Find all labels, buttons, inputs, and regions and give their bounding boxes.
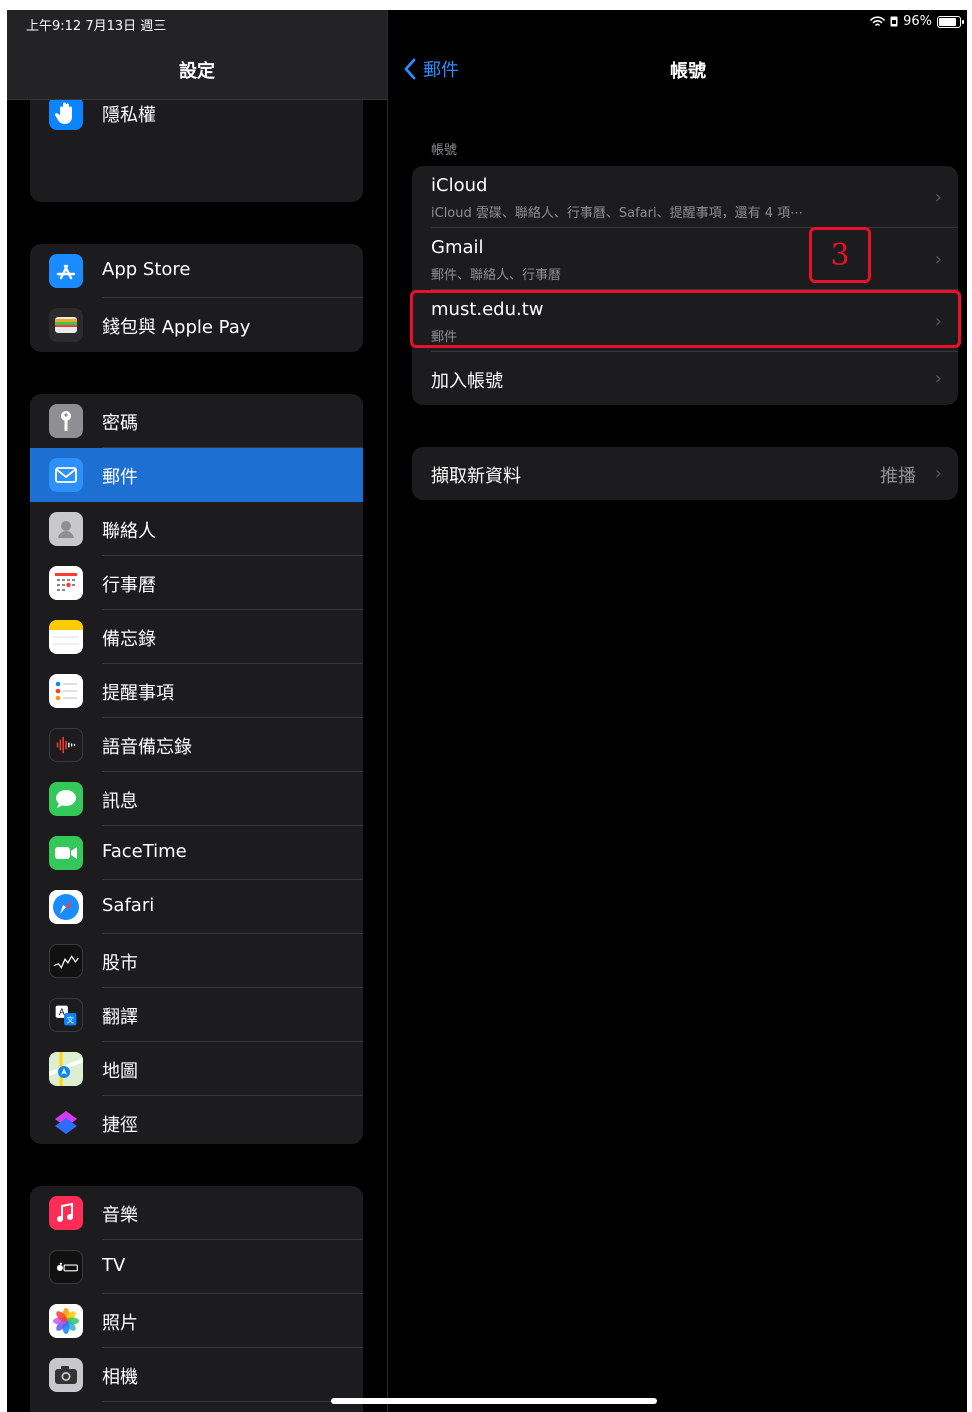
chevron-right-icon: ›: [934, 187, 942, 208]
sidebar-item-wallet[interactable]: 錢包與 Apple Pay: [30, 298, 363, 352]
step-number-badge: 3: [809, 227, 871, 283]
sidebar-item-tv[interactable]: TV: [30, 1240, 363, 1294]
app-store-icon: [49, 254, 83, 288]
accounts-list: iCloud iCloud 雲碟、聯絡人、行事曆、Safari、提醒事項，還有 …: [412, 166, 958, 405]
fetch-new-data-row[interactable]: 擷取新資料 推播 ›: [412, 447, 958, 500]
account-subtitle: iCloud 雲碟、聯絡人、行事曆、Safari、提醒事項，還有 4 項⋯: [431, 206, 804, 221]
fetch-new-data-label: 擷取新資料: [431, 466, 521, 487]
sidebar-item-camera[interactable]: 相機: [30, 1348, 363, 1402]
sidebar-item-label: 行事曆: [102, 575, 156, 596]
svg-text:A: A: [59, 1007, 65, 1017]
sidebar-item-shortcuts[interactable]: 捷徑: [30, 1096, 363, 1144]
chevron-right-icon: ›: [934, 249, 942, 270]
ipad-screen: 電池 隱私權 App Store: [7, 10, 967, 1412]
stocks-icon: [49, 944, 83, 978]
add-account-label: 加入帳號: [431, 371, 503, 392]
notes-icon: [49, 620, 83, 654]
sidebar-group-store: App Store 錢包與 Apple Pay: [30, 244, 363, 352]
sidebar-title: 設定: [179, 61, 215, 82]
fetch-new-data-value: 推播: [880, 466, 916, 487]
status-time-date: 上午9:12 7月13日 週三: [26, 19, 167, 34]
maps-icon: [49, 1052, 83, 1086]
sidebar-item-facetime[interactable]: FaceTime: [30, 826, 363, 880]
sidebar-item-contacts[interactable]: 聯絡人: [30, 502, 363, 556]
translate-icon: A文: [49, 998, 83, 1032]
account-title: iCloud: [431, 175, 488, 196]
battery-level-icon: [937, 15, 964, 28]
sidebar-item-stocks[interactable]: 股市: [30, 934, 363, 988]
hand-icon: [49, 96, 83, 130]
chevron-right-icon: ›: [934, 368, 942, 389]
status-indicators: 96%: [870, 14, 964, 29]
sidebar-item-calendar[interactable]: 行事曆: [30, 556, 363, 610]
chevron-right-icon: ›: [934, 463, 942, 484]
wallet-icon: [49, 308, 83, 342]
messages-icon: [49, 782, 83, 816]
sidebar-item-voice-memos[interactable]: 語音備忘錄: [30, 718, 363, 772]
account-row-gmail[interactable]: Gmail 郵件、聯絡人、行事曆 ›: [412, 228, 958, 290]
wifi-icon: [870, 16, 885, 26]
sidebar-item-safari[interactable]: Safari: [30, 880, 363, 934]
shortcuts-icon: [49, 1106, 83, 1140]
sidebar-item-label: 密碼: [102, 413, 138, 434]
sidebar-item-label: 地圖: [102, 1061, 138, 1082]
add-account-row[interactable]: 加入帳號 ›: [412, 352, 958, 405]
sidebar-item-label: 捷徑: [102, 1115, 138, 1136]
sidebar-group-media: 音樂 TV 照片 相機: [30, 1186, 363, 1412]
sidebar-item-app-store[interactable]: App Store: [30, 244, 363, 298]
mail-icon: [49, 458, 83, 492]
contacts-icon: [49, 512, 83, 546]
key-icon: [49, 404, 83, 438]
sidebar-item-notes[interactable]: 備忘錄: [30, 610, 363, 664]
sidebar-item-label: 相機: [102, 1367, 138, 1388]
sidebar-item-label: 備忘錄: [102, 629, 156, 650]
reminders-icon: [49, 674, 83, 708]
sidebar-item-label: 股市: [102, 953, 138, 974]
camera-icon: [49, 1358, 83, 1392]
sidebar-item-label: 照片: [102, 1313, 138, 1334]
facetime-icon: [49, 836, 83, 870]
sidebar-group-apps: 密碼 郵件 聯絡人 行事曆 備忘錄 提醒事項 語音備忘錄 訊息 FaceTime…: [30, 394, 363, 1144]
voice-memos-icon: [49, 728, 83, 762]
sidebar-item-reminders[interactable]: 提醒事項: [30, 664, 363, 718]
sidebar-item-label: 音樂: [102, 1205, 138, 1226]
sidebar-item-translate[interactable]: A文 翻譯: [30, 988, 363, 1042]
sidebar-item-photos[interactable]: 照片: [30, 1294, 363, 1348]
photos-icon: [49, 1304, 83, 1338]
sidebar-item-label: 隱私權: [102, 105, 156, 126]
sidebar-item-messages[interactable]: 訊息: [30, 772, 363, 826]
svg-text:文: 文: [66, 1015, 74, 1025]
sidebar-item-label: App Store: [102, 259, 191, 280]
account-row-icloud[interactable]: iCloud iCloud 雲碟、聯絡人、行事曆、Safari、提醒事項，還有 …: [412, 166, 958, 228]
sidebar-item-label: 翻譯: [102, 1007, 138, 1028]
sim-icon: [890, 16, 898, 27]
page-title: 帳號: [670, 61, 706, 82]
sidebar-item-label: Safari: [102, 895, 155, 916]
sidebar-item-mail[interactable]: 郵件: [30, 448, 363, 502]
sidebar-item-label: FaceTime: [102, 841, 187, 862]
music-note-icon: [49, 1196, 83, 1230]
compass-icon: [49, 890, 83, 924]
sidebar-item-label: 訊息: [102, 791, 138, 812]
sidebar-item-label: TV: [102, 1255, 126, 1276]
account-title: Gmail: [431, 237, 484, 258]
accounts-detail-pane: 郵件 帳號 帳號 iCloud iCloud 雲碟、聯絡人、行事曆、Safari…: [388, 10, 967, 1412]
sidebar-item-label: 語音備忘錄: [102, 737, 192, 758]
highlight-box: [410, 290, 961, 348]
home-indicator[interactable]: [331, 1398, 657, 1404]
sidebar-item-maps[interactable]: 地圖: [30, 1042, 363, 1096]
sidebar-item-passwords[interactable]: 密碼: [30, 394, 363, 448]
calendar-icon: [49, 566, 83, 600]
sidebar-item-label: 錢包與 Apple Pay: [102, 317, 251, 338]
apple-tv-icon: [49, 1250, 83, 1284]
sidebar-item-label: 提醒事項: [102, 683, 174, 704]
fetch-settings-group: 擷取新資料 推播 ›: [412, 447, 958, 500]
settings-sidebar: 電池 隱私權 App Store: [7, 10, 387, 1412]
sidebar-item-label: 郵件: [102, 467, 138, 488]
sidebar-item-music[interactable]: 音樂: [30, 1186, 363, 1240]
accounts-section-header: 帳號: [431, 143, 458, 158]
battery-percent: 96%: [903, 14, 932, 29]
sidebar-item-label: 聯絡人: [102, 521, 156, 542]
account-subtitle: 郵件、聯絡人、行事曆: [431, 268, 562, 283]
